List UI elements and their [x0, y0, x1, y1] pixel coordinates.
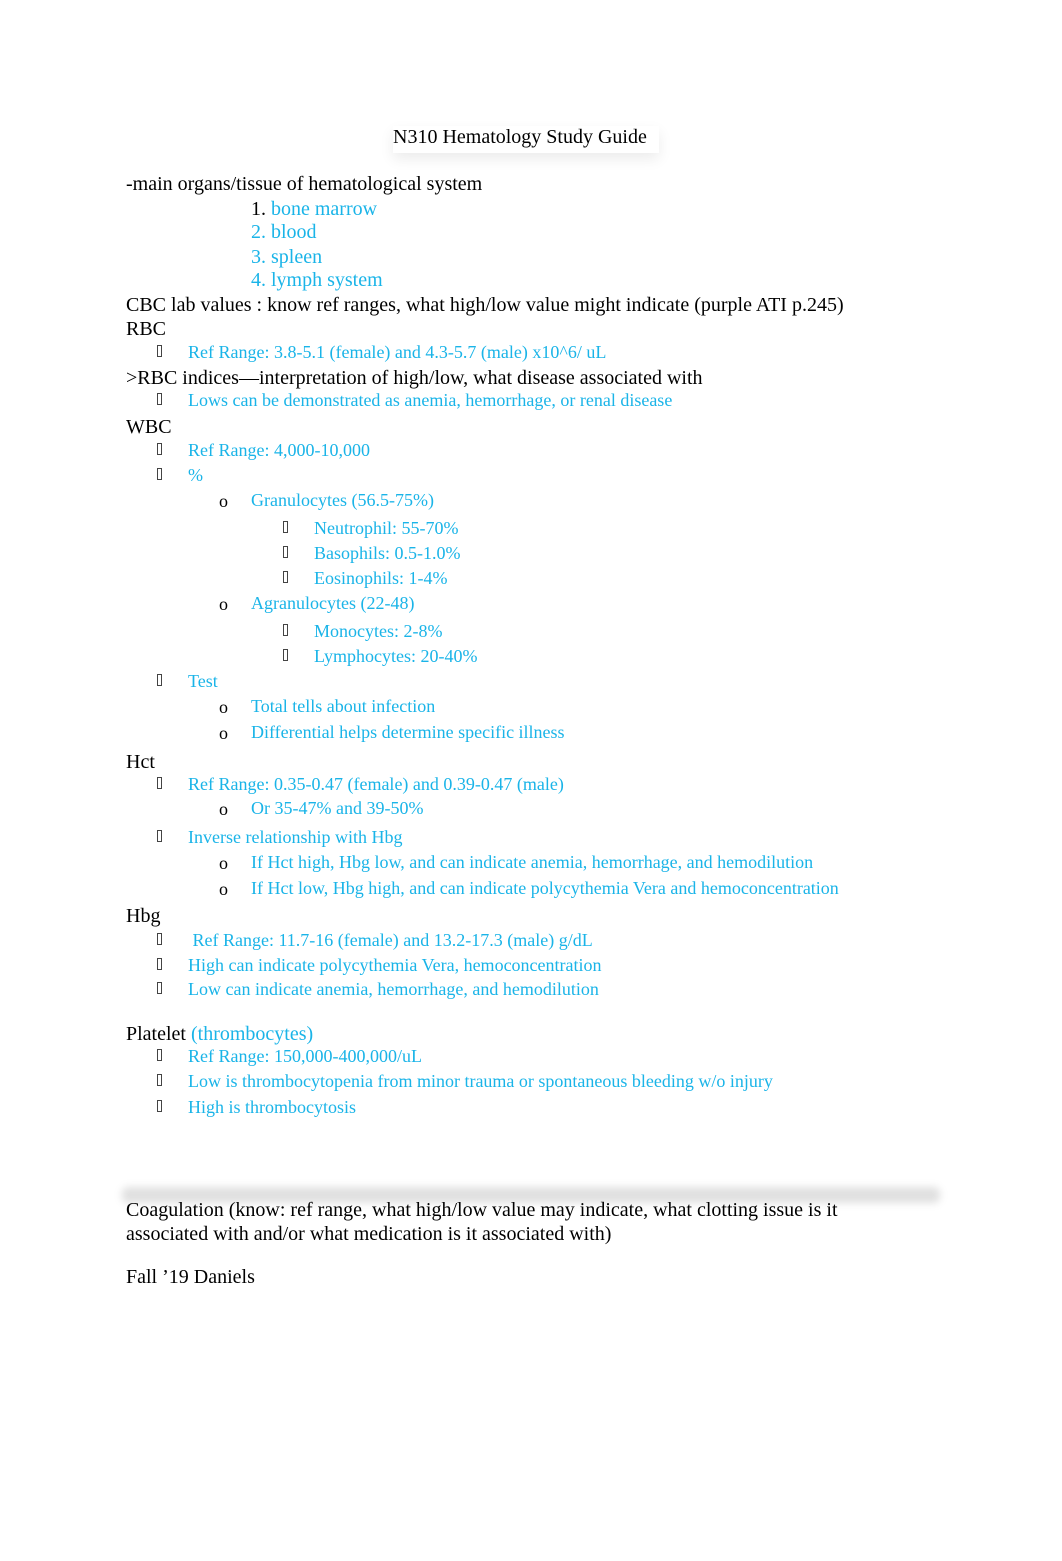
list-number: 4.: [251, 269, 266, 291]
list-item: 3. spleen: [251, 247, 322, 267]
list-item: Monocytes: 2-8%: [314, 621, 443, 641]
list-item: 4. lymph system: [251, 270, 383, 290]
hct-heading: Hct: [126, 751, 155, 773]
bullet-icon: [157, 777, 162, 789]
bullet-icon: [283, 521, 288, 533]
bullet-icon: [157, 1074, 162, 1086]
list-item: 2. blood: [251, 222, 317, 242]
rbc-ref-range: Ref Range: 3.8-5.1 (female) and 4.3-5.7 …: [188, 342, 607, 362]
bullet-icon: [157, 830, 162, 842]
coagulation-line-1: Coagulation (know: ref range, what high/…: [126, 1199, 838, 1221]
document-page: N310 Hematology Study Guide -main organs…: [0, 0, 1062, 1561]
platelet-heading: Platelet (thrombocytes): [126, 1024, 313, 1044]
footer-text: Fall ’19 Daniels: [126, 1266, 255, 1288]
rbc-indices-heading: >RBC indices—interpretation of high/low,…: [126, 367, 703, 389]
circle-bullet-icon: o: [219, 491, 228, 511]
list-number: 1.: [251, 198, 266, 220]
wbc-heading: WBC: [126, 416, 172, 438]
circle-bullet-icon: o: [219, 697, 228, 717]
bullet-icon: [157, 982, 162, 994]
list-item: Ref Range: 11.7-16 (female) and 13.2-17.…: [188, 930, 593, 950]
list-number: 2.: [251, 221, 266, 243]
bullet-icon: [157, 1100, 162, 1112]
bullet-icon: [157, 958, 162, 970]
circle-bullet-icon: o: [219, 853, 228, 873]
bullet-icon: [157, 1049, 162, 1061]
list-item: Low can indicate anemia, hemorrhage, and…: [188, 979, 599, 999]
hbg-heading: Hbg: [126, 905, 161, 927]
list-text: lymph system: [271, 269, 383, 291]
list-text: spleen: [271, 246, 323, 268]
hct-ref-alt: Or 35-47% and 39-50%: [251, 798, 424, 818]
bullet-icon: [283, 624, 288, 636]
circle-bullet-icon: o: [219, 799, 228, 819]
list-item: Eosinophils: 1-4%: [314, 568, 448, 588]
bullet-icon: [283, 546, 288, 558]
wbc-test-label: Test: [188, 671, 218, 691]
bullet-icon: [157, 674, 162, 686]
list-item: If Hct high, Hbg low, and can indicate a…: [251, 852, 814, 872]
cbc-heading: CBC lab values : know ref ranges, what h…: [126, 294, 844, 316]
list-item: Differential helps determine specific il…: [251, 722, 565, 742]
page-title: N310 Hematology Study Guide: [393, 126, 659, 153]
bullet-icon: [283, 649, 288, 661]
list-item: Neutrophil: 55-70%: [314, 518, 459, 538]
list-text: blood: [271, 221, 317, 243]
circle-bullet-icon: o: [219, 879, 228, 899]
agranulocytes-label: Agranulocytes (22-48): [251, 593, 415, 613]
list-item: 1. bone marrow: [251, 199, 377, 219]
bullet-icon: [157, 933, 162, 945]
list-item: Low is thrombocytopenia from minor traum…: [188, 1071, 773, 1091]
list-item: Total tells about infection: [251, 696, 436, 716]
list-item: If Hct low, Hbg high, and can indicate p…: [251, 878, 839, 898]
platelet-label: Platelet: [126, 1023, 186, 1045]
coagulation-line-2: associated with and/or what medication i…: [126, 1223, 612, 1245]
list-number: 3.: [251, 246, 266, 268]
list-text: bone marrow: [271, 198, 378, 220]
list-item: High is thrombocytosis: [188, 1097, 357, 1117]
wbc-ref-range: Ref Range: 4,000-10,000: [188, 440, 370, 460]
list-item: Ref Range: 150,000-400,000/uL: [188, 1046, 422, 1066]
list-item: Basophils: 0.5-1.0%: [314, 543, 461, 563]
list-item: Lymphocytes: 20-40%: [314, 646, 478, 666]
list-item: High can indicate polycythemia Vera, hem…: [188, 955, 602, 975]
granulocytes-label: Granulocytes (56.5-75%): [251, 490, 434, 510]
bullet-icon: [157, 443, 162, 455]
organs-heading: -main organs/tissue of hematological sys…: [126, 173, 483, 195]
rbc-heading: RBC: [126, 318, 167, 340]
rbc-indices-note: Lows can be demonstrated as anemia, hemo…: [188, 390, 673, 410]
bullet-icon: [157, 345, 162, 357]
hct-inverse: Inverse relationship with Hbg: [188, 827, 403, 847]
bullet-icon: [157, 393, 162, 405]
hct-ref-range: Ref Range: 0.35-0.47 (female) and 0.39-0…: [188, 774, 564, 794]
circle-bullet-icon: o: [219, 723, 228, 743]
bullet-icon: [283, 571, 288, 583]
platelet-note: (thrombocytes): [190, 1023, 314, 1045]
wbc-percent: %: [188, 465, 203, 485]
circle-bullet-icon: o: [219, 594, 228, 614]
bullet-icon: [157, 468, 162, 480]
